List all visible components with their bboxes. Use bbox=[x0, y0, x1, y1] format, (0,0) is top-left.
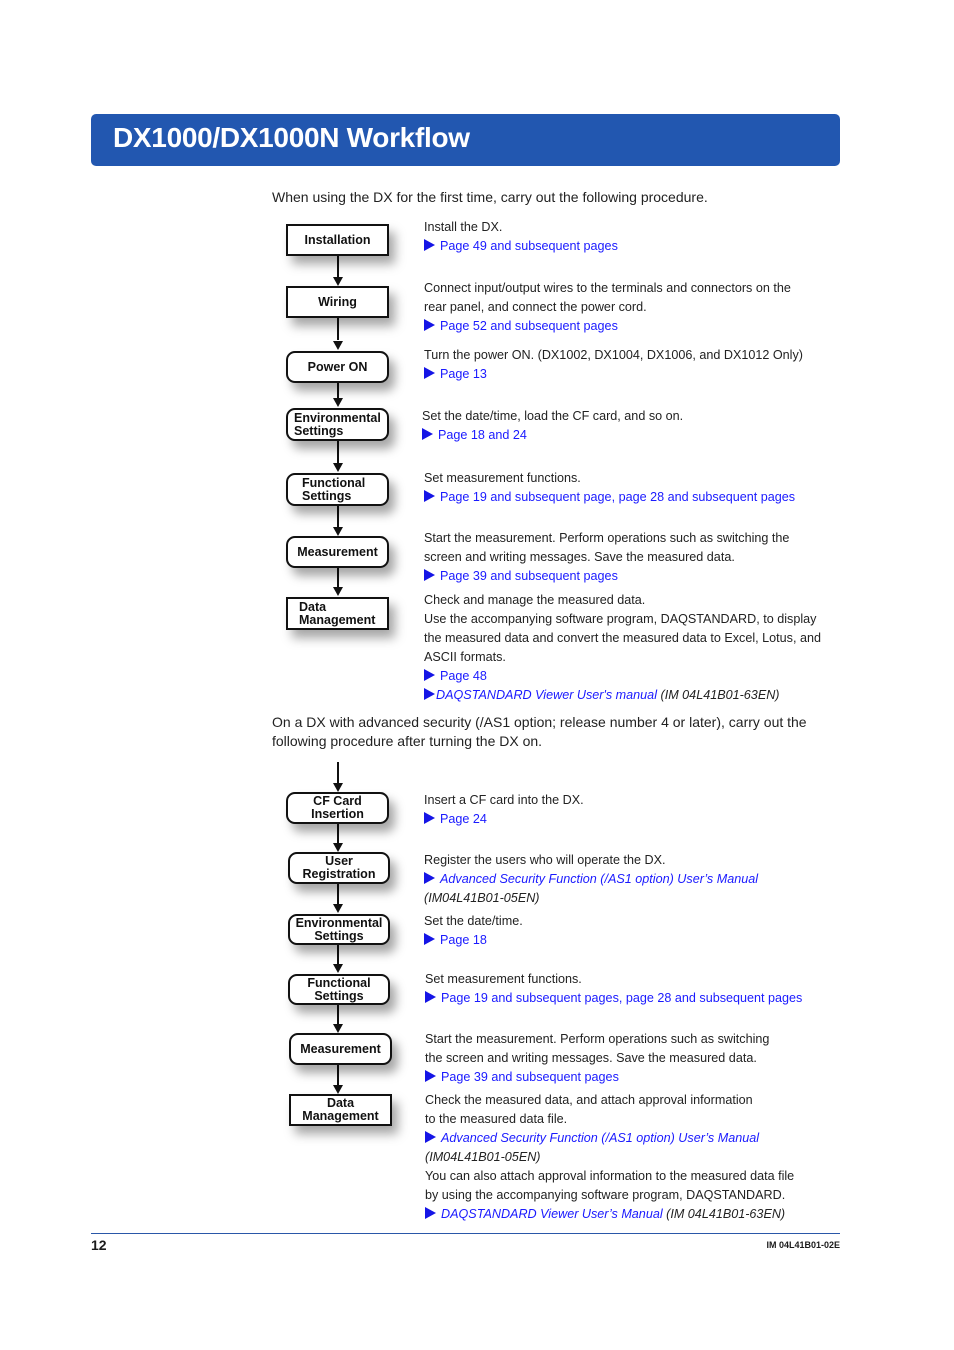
page-link[interactable]: Page 18 and 24 bbox=[422, 426, 683, 445]
arrow-down-icon bbox=[333, 398, 343, 407]
step-functional-settings: Functional Settings bbox=[286, 473, 389, 506]
connector-line bbox=[337, 762, 339, 783]
triangle-right-icon bbox=[425, 1207, 436, 1219]
step-environmental-settings-2: Environmental Settings bbox=[288, 914, 390, 945]
desc-functional-settings: Set measurement functions. Page 19 and s… bbox=[424, 469, 795, 507]
page-link[interactable]: Page 39 and subsequent pages bbox=[425, 1068, 769, 1087]
desc-user-registration: Register the users who will operate the … bbox=[424, 853, 759, 905]
connector-line bbox=[337, 440, 339, 463]
triangle-right-icon bbox=[424, 669, 435, 681]
step-installation: Installation bbox=[286, 224, 389, 256]
triangle-right-icon bbox=[425, 1070, 436, 1082]
page-link[interactable]: Page 13 bbox=[424, 365, 803, 384]
step-environmental-settings: Environmental Settings bbox=[286, 408, 389, 441]
triangle-right-icon bbox=[424, 239, 435, 251]
arrow-down-icon bbox=[333, 1085, 343, 1094]
triangle-right-icon bbox=[424, 490, 435, 502]
desc-functional-settings-2: Set measurement functions. Page 19 and s… bbox=[425, 970, 802, 1008]
page-link[interactable]: Page 49 and subsequent pages bbox=[424, 237, 618, 256]
intro-advanced-security: On a DX with advanced security (/AS1 opt… bbox=[272, 714, 807, 749]
triangle-right-icon bbox=[424, 872, 435, 884]
triangle-right-icon bbox=[425, 1131, 436, 1143]
manual-link[interactable]: DAQSTANDARD Viewer User's manual bbox=[436, 688, 657, 702]
triangle-right-icon bbox=[425, 991, 436, 1003]
page-number: 12 bbox=[91, 1237, 107, 1253]
desc-measurement-2: Start the measurement. Perform operation… bbox=[425, 1030, 769, 1087]
title-banner: DX1000/DX1000N Workflow bbox=[91, 114, 840, 166]
step-wiring: Wiring bbox=[286, 286, 389, 318]
arrow-down-icon bbox=[333, 843, 343, 852]
arrow-down-icon bbox=[333, 783, 343, 792]
arrow-down-icon bbox=[333, 964, 343, 973]
desc-data-management: Check and manage the measured data. Use … bbox=[424, 593, 821, 702]
step-power-on: Power ON bbox=[286, 351, 389, 383]
page-link[interactable]: Page 24 bbox=[424, 810, 584, 829]
step-data-management-2: Data Management bbox=[289, 1094, 392, 1126]
desc-wiring: Connect input/output wires to the termin… bbox=[424, 279, 791, 336]
step-measurement-2: Measurement bbox=[289, 1033, 392, 1065]
connector-line bbox=[337, 506, 339, 527]
connector-line bbox=[337, 567, 339, 587]
desc-installation: Install the DX. Page 49 and subsequent p… bbox=[424, 218, 618, 256]
connector-line bbox=[337, 255, 339, 277]
arrow-down-icon bbox=[333, 587, 343, 596]
connector-line bbox=[337, 318, 339, 340]
triangle-right-icon bbox=[422, 428, 433, 440]
connector-line bbox=[337, 1064, 339, 1085]
step-cf-card-insertion: CF Card Insertion bbox=[286, 792, 389, 824]
step-user-registration: User Registration bbox=[288, 852, 390, 884]
arrow-down-icon bbox=[333, 341, 343, 350]
desc-measurement: Start the measurement. Perform operation… bbox=[424, 529, 789, 586]
footer-divider bbox=[91, 1233, 840, 1234]
triangle-right-icon bbox=[424, 569, 435, 581]
page-link[interactable]: Page 19 and subsequent pages, page 28 an… bbox=[425, 989, 802, 1008]
desc-cf-card-insertion: Insert a CF card into the DX. Page 24 bbox=[424, 791, 584, 829]
desc-environmental-settings-2: Set the date/time. Page 18 bbox=[424, 912, 523, 950]
document-id: IM 04L41B01-02E bbox=[766, 1240, 840, 1250]
desc-power-on: Turn the power ON. (DX1002, DX1004, DX10… bbox=[424, 346, 803, 384]
arrow-down-icon bbox=[333, 904, 343, 913]
page-title: DX1000/DX1000N Workflow bbox=[113, 122, 470, 153]
connector-line bbox=[337, 1004, 339, 1024]
connector-line bbox=[337, 883, 339, 904]
arrow-down-icon bbox=[333, 1024, 343, 1033]
triangle-right-icon bbox=[424, 933, 435, 945]
desc-data-management-2: Check the measured data, and attach appr… bbox=[425, 1093, 795, 1221]
connector-line bbox=[337, 944, 339, 964]
manual-link[interactable]: Advanced Security Function (/AS1 option)… bbox=[440, 872, 758, 886]
manual-link[interactable]: Advanced Security Function (/AS1 option)… bbox=[441, 1131, 759, 1145]
arrow-down-icon bbox=[333, 463, 343, 472]
connector-line bbox=[337, 823, 339, 843]
step-measurement: Measurement bbox=[286, 536, 389, 568]
page-link[interactable]: Page 52 and subsequent pages bbox=[424, 317, 791, 336]
intro-text: When using the DX for the first time, ca… bbox=[272, 189, 708, 205]
page-link[interactable]: Page 39 and subsequent pages bbox=[424, 567, 789, 586]
step-functional-settings-2: Functional Settings bbox=[288, 974, 390, 1005]
manual-link[interactable]: DAQSTANDARD Viewer User’s Manual bbox=[441, 1207, 663, 1221]
triangle-right-icon bbox=[424, 812, 435, 824]
triangle-right-icon bbox=[424, 367, 435, 379]
page-link[interactable]: Page 18 bbox=[424, 931, 523, 950]
triangle-right-icon bbox=[424, 319, 435, 331]
page-link[interactable]: Page 19 and subsequent page, page 28 and… bbox=[424, 488, 795, 507]
arrow-down-icon bbox=[333, 277, 343, 286]
desc-environmental-settings: Set the date/time, load the CF card, and… bbox=[422, 407, 683, 445]
connector-line bbox=[337, 382, 339, 399]
page-link[interactable]: Page 48 bbox=[424, 667, 821, 686]
arrow-down-icon bbox=[333, 527, 343, 536]
step-data-management: Data Management bbox=[286, 597, 389, 630]
triangle-right-icon bbox=[424, 688, 435, 700]
